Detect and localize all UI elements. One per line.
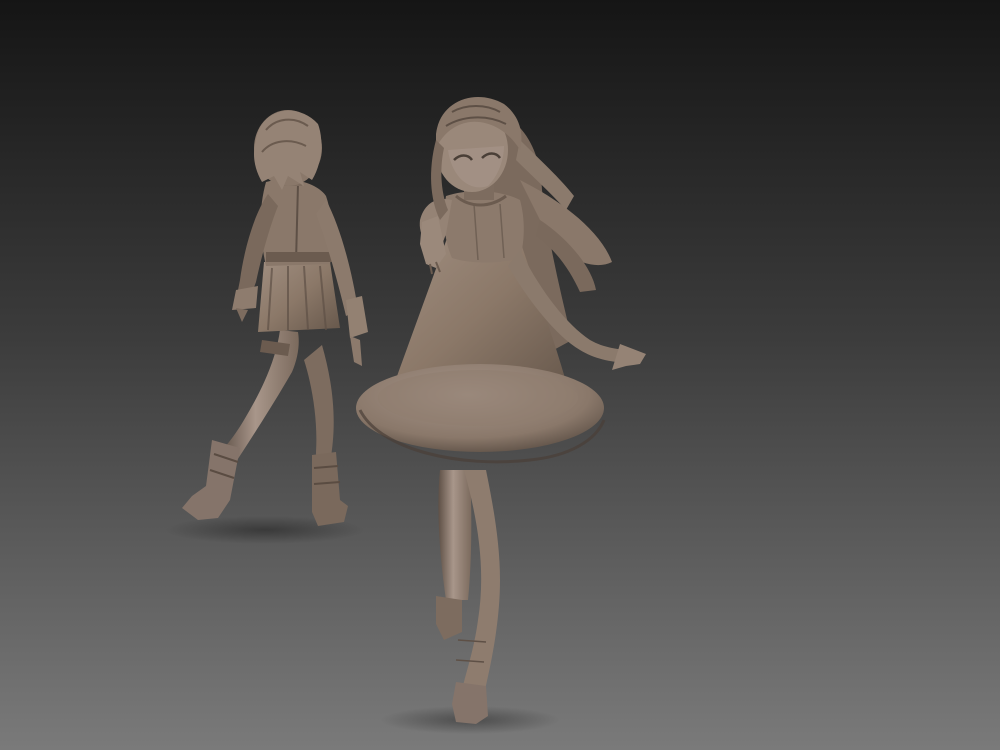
- sculpt-viewport: [0, 0, 1000, 750]
- render-canvas: [0, 0, 1000, 750]
